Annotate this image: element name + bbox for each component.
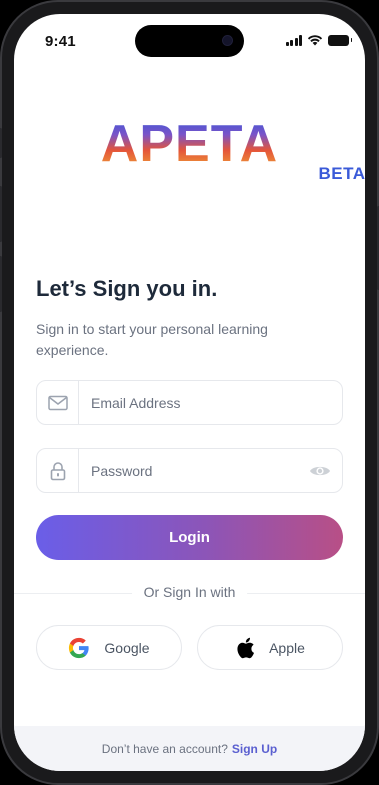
password-field: [36, 448, 343, 493]
apple-signin-button[interactable]: Apple: [197, 625, 343, 670]
mail-icon: [47, 395, 68, 410]
status-icons: [285, 34, 352, 46]
eye-icon: [310, 466, 330, 475]
footer: Don’t have an account? Sign Up: [14, 726, 365, 771]
google-icon: [69, 637, 90, 658]
email-icon-box: [37, 381, 79, 424]
status-bar: 9:41: [14, 14, 365, 66]
dynamic-island: [135, 25, 244, 57]
apple-icon: [237, 637, 255, 658]
battery-icon: [328, 34, 352, 46]
cellular-signal-icon: [285, 34, 302, 46]
email-field: [36, 380, 343, 425]
apple-label: Apple: [269, 639, 305, 656]
volume-down-button: [0, 256, 2, 312]
volume-up-button: [0, 186, 2, 242]
camera-icon: [222, 35, 233, 46]
signup-link[interactable]: Sign Up: [232, 742, 277, 756]
page-title: Let’s Sign you in.: [36, 276, 218, 301]
app-logo: APETA BETA: [14, 118, 365, 188]
wifi-icon: [307, 35, 323, 46]
footer-prompt: Don’t have an account?: [101, 741, 228, 756]
google-label: Google: [104, 639, 150, 656]
show-password-toggle[interactable]: [298, 449, 342, 492]
email-input[interactable]: [79, 381, 342, 424]
divider-text: Or Sign In with: [131, 584, 248, 600]
login-button[interactable]: Login: [36, 515, 343, 560]
password-icon-box: [37, 449, 79, 492]
status-time: 9:41: [45, 33, 76, 50]
action-button: [0, 128, 2, 158]
screen: 9:41 APETA BETA Let’s Sign you in. Sign …: [14, 14, 365, 771]
google-signin-button[interactable]: Google: [36, 625, 182, 670]
beta-badge: BETA: [318, 164, 366, 183]
logo-wordmark: APETA: [100, 115, 279, 173]
lock-icon: [50, 461, 65, 480]
page-subtitle: Sign in to start your personal learning …: [36, 321, 268, 358]
password-input[interactable]: [79, 449, 298, 492]
